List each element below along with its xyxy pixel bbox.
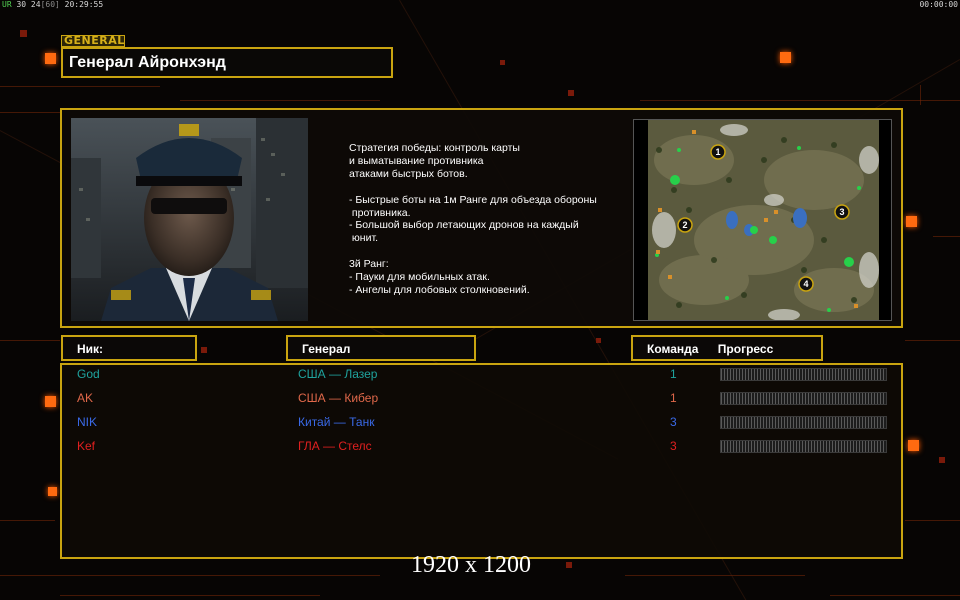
player-general: Китай — Танк xyxy=(298,415,375,429)
player-nick: God xyxy=(77,367,100,381)
header-team-progress: Команда Прогресс xyxy=(631,335,823,361)
player-progress-bar xyxy=(720,440,887,453)
resolution-label: 1920 x 1200 xyxy=(411,552,531,578)
header-team: Команда xyxy=(647,342,699,356)
minimap-start-2: 2 xyxy=(682,220,687,230)
minimap[interactable]: 1 2 3 4 xyxy=(633,119,892,321)
player-team: 1 xyxy=(670,367,677,381)
player-general: США — Кибер xyxy=(298,391,379,405)
general-title: Генерал Айронхэнд xyxy=(61,47,393,78)
player-nick: Kef xyxy=(77,439,96,453)
player-row: Kef ГЛА — Стелс 3 xyxy=(0,436,960,456)
minimap-image: 1 2 3 4 xyxy=(634,120,891,320)
game-timer: 00:00:00 xyxy=(919,0,958,9)
player-team: 3 xyxy=(670,439,677,453)
general-portrait xyxy=(71,118,308,321)
player-team: 3 xyxy=(670,415,677,429)
player-general: ГЛА — Стелс xyxy=(298,439,372,453)
header-nick: Ник: xyxy=(61,335,197,361)
hud-stats: 30 24 xyxy=(16,0,41,9)
player-progress-bar xyxy=(720,392,887,405)
general-tag: GENERAL xyxy=(61,35,125,47)
strategy-description: Стратегия победы: контроль карты и вымат… xyxy=(349,142,597,296)
player-nick: NIK xyxy=(77,415,98,429)
player-general: США — Лазер xyxy=(298,367,378,381)
hud-prefix: UR xyxy=(2,0,12,9)
player-progress-bar xyxy=(720,416,887,429)
player-row: God США — Лазер 1 xyxy=(0,364,960,384)
hud-bracket: [60] xyxy=(40,0,60,9)
minimap-start-4: 4 xyxy=(803,279,808,289)
header-progress: Прогресс xyxy=(717,342,774,356)
minimap-start-3: 3 xyxy=(839,207,844,217)
hud-clock: 20:29:55 xyxy=(64,0,104,9)
header-general: Генерал xyxy=(286,335,476,361)
player-row: AK США — Кибер 1 xyxy=(0,388,960,408)
portrait-image xyxy=(71,118,308,321)
fps-counter: UR 30 24[60] 20:29:55 xyxy=(2,0,103,9)
minimap-start-1: 1 xyxy=(715,147,720,157)
player-team: 1 xyxy=(670,391,677,405)
player-nick: AK xyxy=(77,391,94,405)
player-row: NIK Китай — Танк 3 xyxy=(0,412,960,432)
player-progress-bar xyxy=(720,368,887,381)
